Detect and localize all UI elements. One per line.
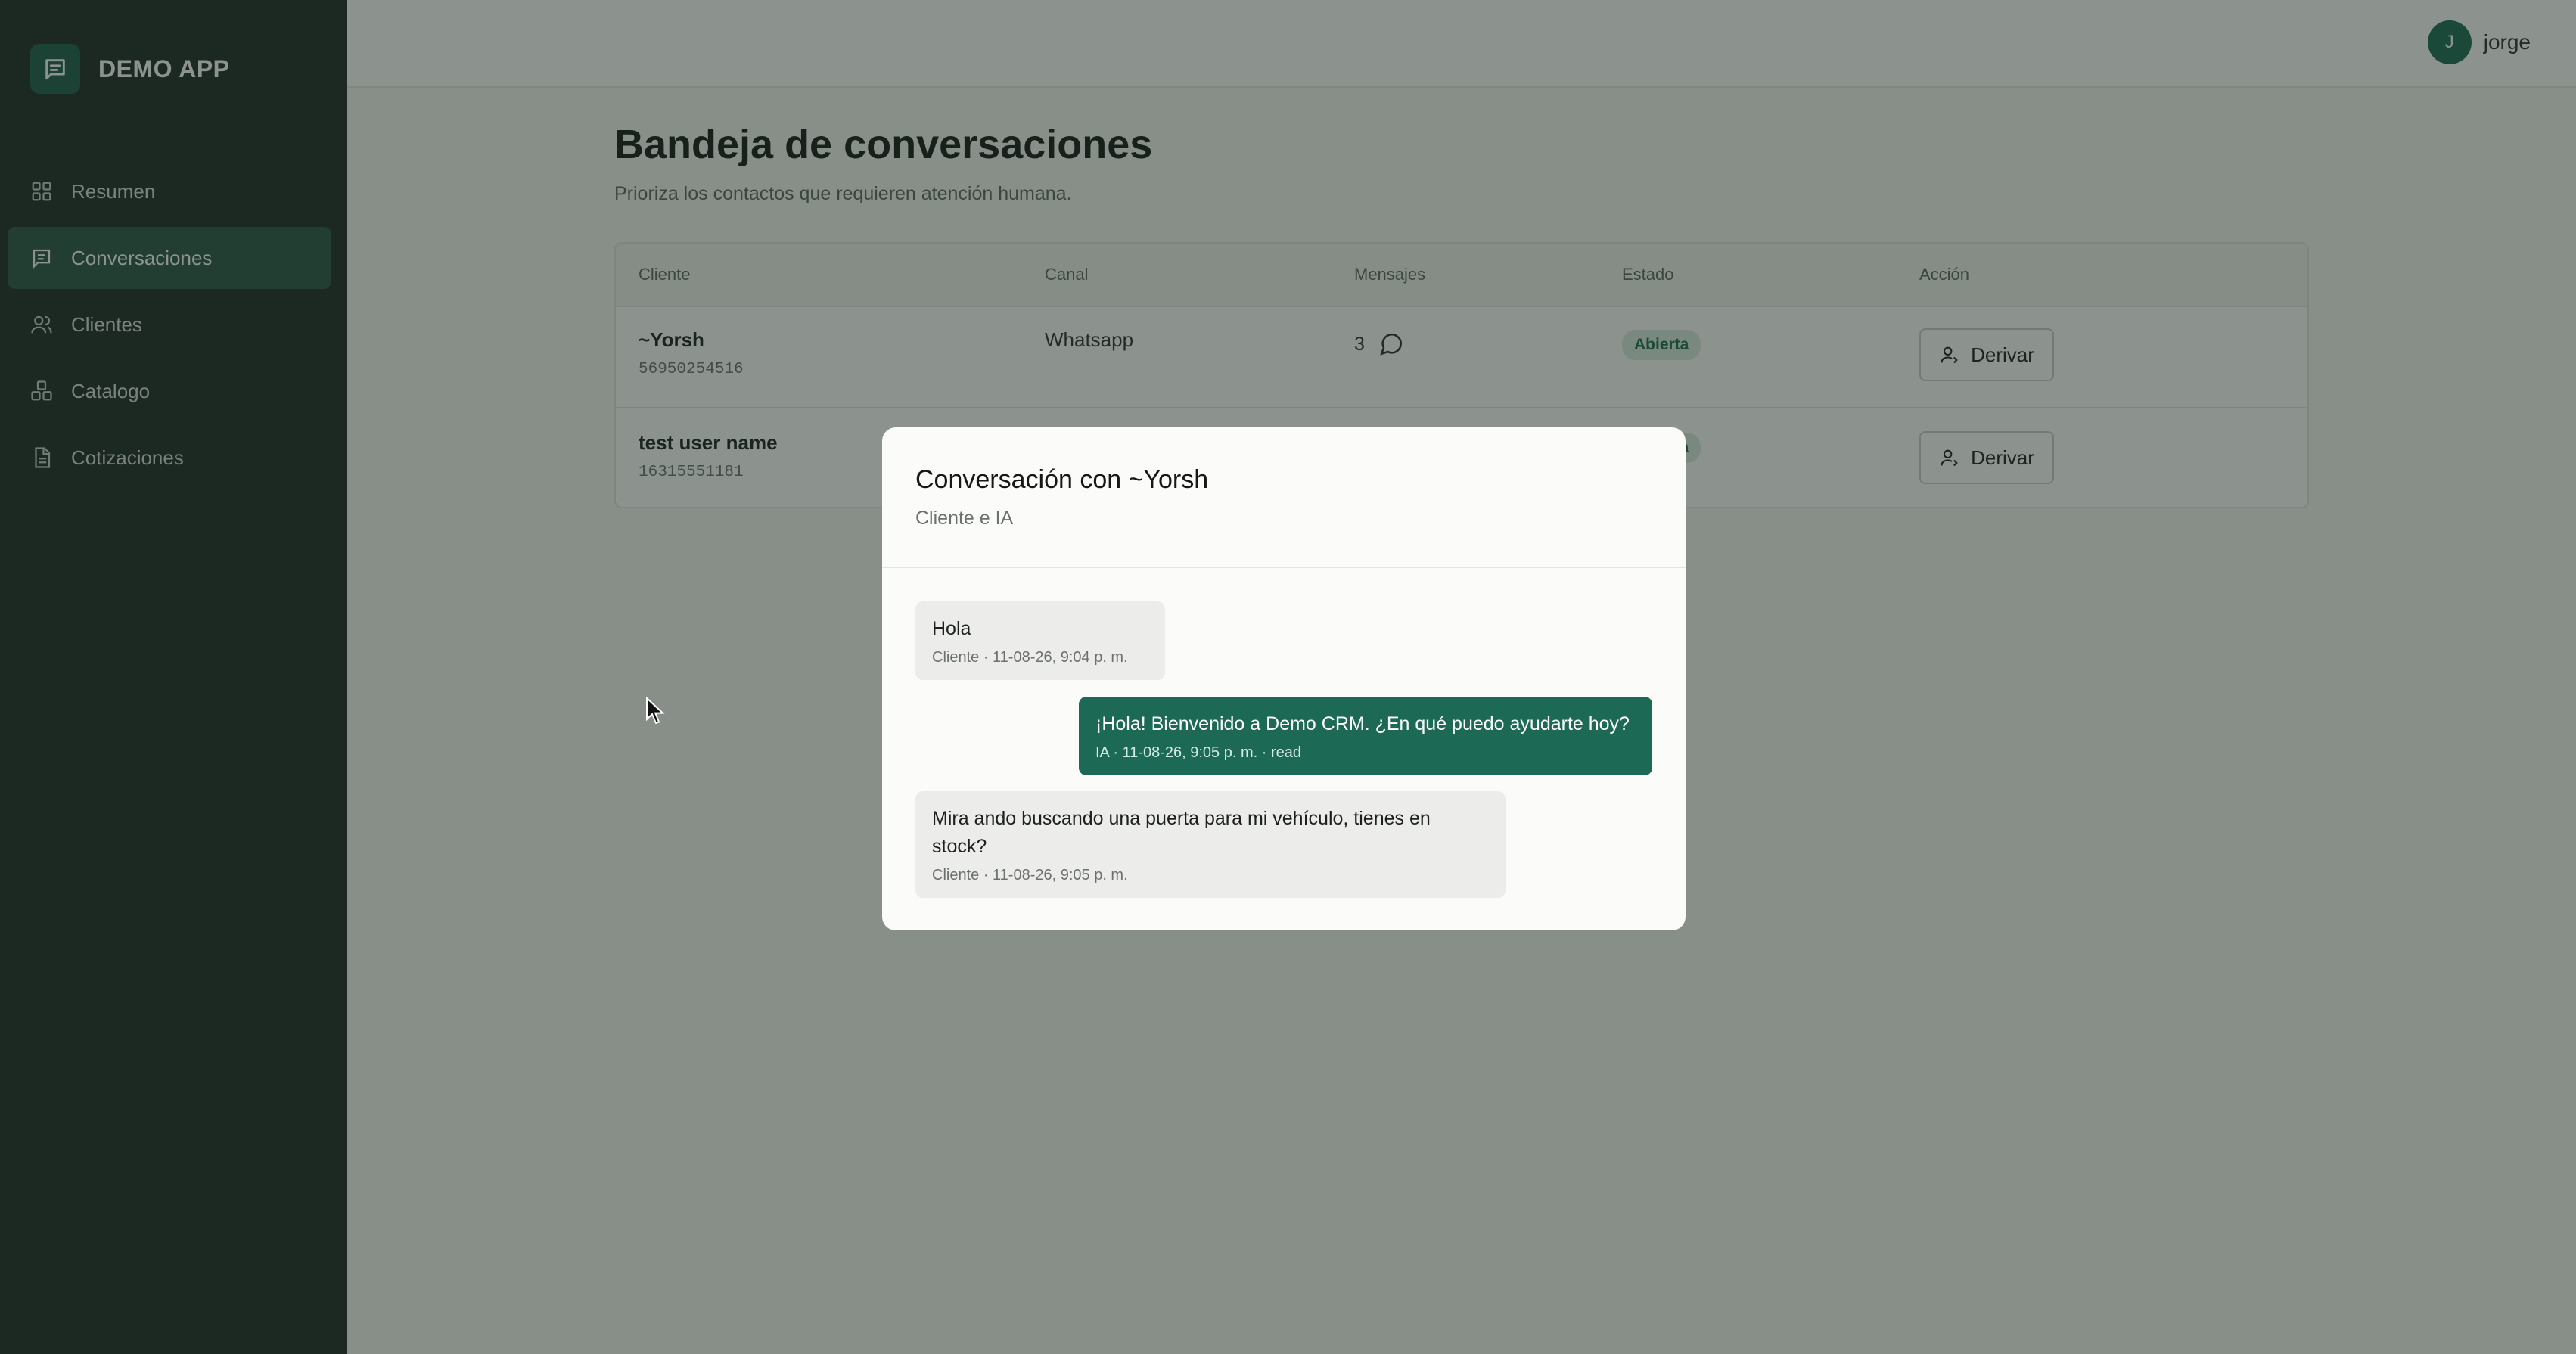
- message-bubble-client: Hola Cliente · 11-08-26, 9:04 p. m.: [915, 601, 1165, 680]
- message-bubble-ai: ¡Hola! Bienvenido a Demo CRM. ¿En qué pu…: [1079, 697, 1652, 775]
- message-text: Hola: [932, 618, 971, 639]
- mouse-cursor-icon: [646, 697, 665, 725]
- dialog-header: Conversación con ~Yorsh Cliente e IA: [882, 427, 1686, 568]
- dialog-title: Conversación con ~Yorsh: [915, 465, 1209, 494]
- message-bubble-client: Mira ando buscando una puerta para mi ve…: [915, 791, 1506, 898]
- message-text: ¡Hola! Bienvenido a Demo CRM. ¿En qué pu…: [1095, 713, 1630, 734]
- message-meta: Cliente · 11-08-26, 9:04 p. m.: [932, 649, 1128, 666]
- message-meta: IA · 11-08-26, 9:05 p. m. · read: [1095, 744, 1301, 761]
- message-text: Mira ando buscando una puerta para mi ve…: [932, 808, 1431, 857]
- conversation-dialog: Conversación con ~Yorsh Cliente e IA Hol…: [882, 427, 1686, 930]
- dialog-subtitle: Cliente e IA: [915, 508, 1014, 529]
- message-meta: Cliente · 11-08-26, 9:05 p. m.: [932, 867, 1128, 884]
